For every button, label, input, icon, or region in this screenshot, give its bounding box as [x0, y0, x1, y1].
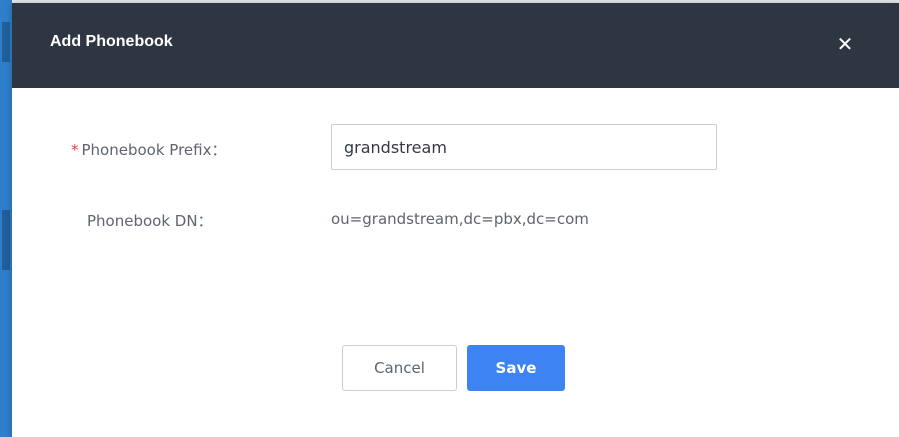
phonebook-prefix-input[interactable]: [331, 124, 717, 170]
phonebook-prefix-label: * Phonebook Prefix：: [71, 139, 226, 160]
background-mark: [2, 22, 10, 62]
close-icon[interactable]: ✕: [832, 31, 858, 57]
cancel-button[interactable]: Cancel: [342, 345, 457, 391]
phonebook-dn-value: ou=grandstream,dc=pbx,dc=com: [331, 210, 589, 228]
dialog-title: Add Phonebook: [50, 33, 173, 50]
phonebook-prefix-label-text: Phonebook Prefix：: [81, 141, 227, 159]
background-mark: [2, 210, 10, 270]
required-marker: *: [71, 141, 79, 159]
dialog-header: Add Phonebook ✕: [12, 3, 899, 88]
save-button[interactable]: Save: [467, 345, 565, 391]
background-page-edge: [0, 0, 12, 437]
add-phonebook-dialog: Add Phonebook ✕ *Phonebook Prefix： Phone…: [12, 3, 899, 437]
phonebook-dn-label: Phonebook DN：: [87, 212, 213, 230]
